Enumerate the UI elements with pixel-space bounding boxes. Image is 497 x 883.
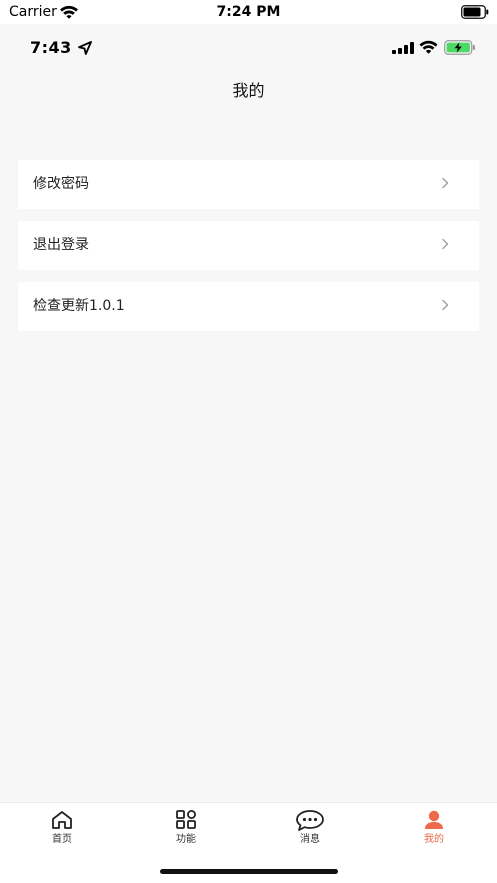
simulator-status-bar: Carrier 7:24 PM bbox=[0, 0, 497, 24]
grid-icon bbox=[176, 810, 196, 829]
battery-charging-icon bbox=[444, 40, 475, 55]
simulator-clock: 7:24 PM bbox=[216, 4, 281, 20]
tab-home[interactable]: 首页 bbox=[0, 809, 124, 857]
person-icon bbox=[425, 810, 443, 829]
app-screen: 7:43 我的 修改密码 退出登录 检查更新1.0.1 bbox=[0, 24, 497, 802]
chevron-right-icon bbox=[442, 238, 449, 250]
menu-item-label: 退出登录 bbox=[33, 237, 89, 253]
device-status-bar: 7:43 bbox=[0, 24, 497, 72]
tab-label: 我的 bbox=[424, 834, 444, 845]
chevron-right-icon bbox=[442, 299, 449, 311]
wifi-icon bbox=[419, 40, 438, 54]
tab-messages[interactable]: 消息 bbox=[248, 809, 372, 857]
device-clock: 7:43 bbox=[30, 38, 72, 57]
menu-item-label: 检查更新1.0.1 bbox=[33, 298, 125, 314]
chat-icon bbox=[296, 810, 324, 831]
chevron-right-icon bbox=[442, 177, 449, 189]
logout-item[interactable]: 退出登录 bbox=[18, 221, 479, 270]
check-update-item[interactable]: 检查更新1.0.1 bbox=[18, 282, 479, 331]
settings-menu: 修改密码 退出登录 检查更新1.0.1 bbox=[18, 160, 479, 343]
tab-label: 消息 bbox=[300, 834, 320, 845]
tab-label: 功能 bbox=[176, 834, 196, 845]
tab-mine[interactable]: 我的 bbox=[372, 809, 496, 857]
home-indicator bbox=[160, 869, 338, 874]
location-arrow-icon bbox=[78, 41, 92, 55]
page-title: 我的 bbox=[232, 81, 265, 100]
menu-item-label: 修改密码 bbox=[33, 176, 89, 192]
cellular-signal-icon bbox=[392, 42, 414, 54]
tab-functions[interactable]: 功能 bbox=[124, 809, 248, 857]
change-password-item[interactable]: 修改密码 bbox=[18, 160, 479, 209]
home-icon bbox=[52, 811, 72, 829]
tab-label: 首页 bbox=[52, 834, 72, 845]
battery-icon bbox=[461, 5, 489, 19]
